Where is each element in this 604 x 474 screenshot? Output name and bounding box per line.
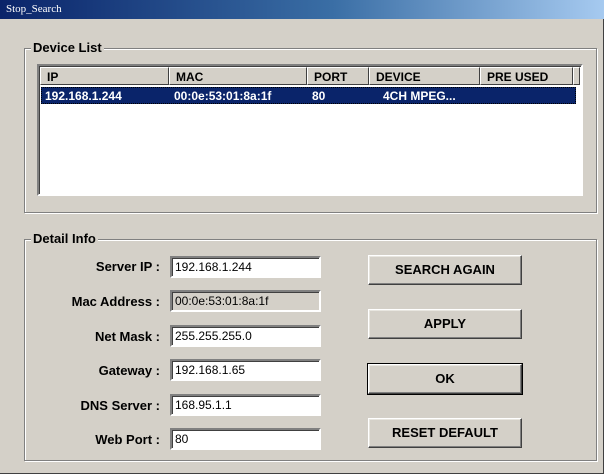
row-port: 80: [312, 89, 326, 103]
column-header-pre-used[interactable]: PRE USED: [480, 67, 573, 85]
row-ip: 192.168.1.244: [45, 89, 122, 103]
device-list-header: IP MAC PORT DEVICE PRE USED: [40, 67, 580, 85]
device-list-title: Device List: [31, 40, 104, 55]
apply-button[interactable]: APPLY: [368, 309, 522, 339]
row-mac: 00:0e:53:01:8a:1f: [174, 89, 272, 103]
column-header-port[interactable]: PORT: [307, 67, 369, 85]
window-title: Stop_Search: [6, 3, 62, 15]
column-header-ip[interactable]: IP: [40, 67, 169, 85]
column-header-device[interactable]: DEVICE: [369, 67, 480, 85]
search-again-button[interactable]: SEARCH AGAIN: [368, 255, 522, 285]
title-bar[interactable]: Stop_Search: [0, 0, 604, 19]
dns-server-label: DNS Server :: [80, 398, 160, 413]
device-list[interactable]: IP MAC PORT DEVICE PRE USED 192.168.1.24…: [37, 64, 583, 196]
server-ip-field[interactable]: 192.168.1.244: [170, 256, 321, 278]
gateway-field[interactable]: 192.168.1.65: [170, 359, 321, 381]
net-mask-field[interactable]: 255.255.255.0: [170, 325, 321, 347]
row-device: 4CH MPEG...: [383, 89, 456, 103]
server-ip-label: Server IP :: [95, 259, 160, 274]
net-mask-label: Net Mask :: [94, 329, 160, 344]
column-header-filler: [573, 67, 580, 85]
dns-server-field[interactable]: 168.95.1.1: [170, 394, 321, 416]
table-row[interactable]: 192.168.1.244 00:0e:53:01:8a:1f 80 4CH M…: [41, 87, 576, 104]
ok-button[interactable]: OK: [367, 363, 523, 395]
column-header-mac[interactable]: MAC: [169, 67, 307, 85]
mac-address-label: Mac Address :: [71, 294, 160, 309]
web-port-field[interactable]: 80: [170, 428, 321, 450]
detail-info-title: Detail Info: [31, 231, 98, 246]
reset-default-button[interactable]: RESET DEFAULT: [368, 418, 522, 448]
mac-address-field: 00:0e:53:01:8a:1f: [170, 290, 321, 312]
stop-search-dialog: Stop_Search Device List IP MAC PORT DEVI…: [0, 0, 604, 474]
gateway-label: Gateway :: [98, 363, 160, 378]
web-port-label: Web Port :: [95, 432, 160, 447]
